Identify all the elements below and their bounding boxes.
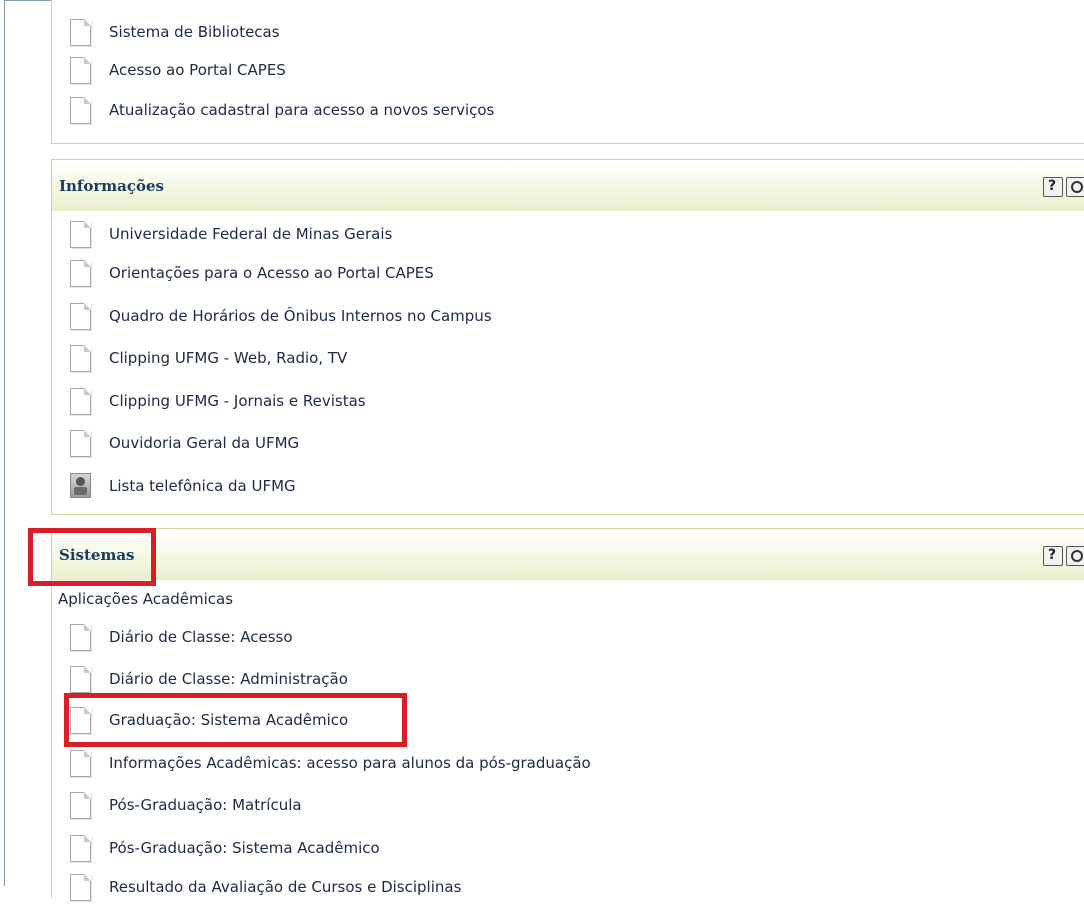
- list-item[interactable]: Orientações para o Acesso ao Portal CAPE…: [70, 260, 970, 292]
- document-icon: [70, 666, 91, 693]
- link-ouvidoria-geral[interactable]: Ouvidoria Geral da UFMG: [109, 434, 299, 452]
- link-orientacoes-capes[interactable]: Orientações para o Acesso ao Portal CAPE…: [109, 264, 434, 282]
- list-item[interactable]: Lista telefônica da UFMG: [70, 473, 970, 505]
- portlet-title-informacoes: Informações: [59, 177, 164, 195]
- portlet-header: Informações: [52, 161, 1084, 211]
- search-icon[interactable]: [1066, 546, 1084, 566]
- document-icon: [70, 707, 91, 734]
- document-icon: [70, 835, 91, 862]
- list-item[interactable]: Resultado da Avaliação de Cursos e Disci…: [70, 874, 970, 906]
- link-informacoes-academicas-pos[interactable]: Informações Acadêmicas: acesso para alun…: [109, 754, 591, 772]
- list-item[interactable]: Sistema de Bibliotecas: [70, 19, 970, 51]
- list-item[interactable]: Clipping UFMG - Web, Radio, TV: [70, 345, 970, 377]
- document-icon: [70, 221, 91, 248]
- document-icon: [70, 792, 91, 819]
- link-atualizacao-cadastral[interactable]: Atualização cadastral para acesso a novo…: [109, 101, 494, 119]
- document-icon: [70, 260, 91, 287]
- document-icon: [70, 624, 91, 651]
- link-acesso-portal-capes[interactable]: Acesso ao Portal CAPES: [109, 61, 286, 79]
- document-icon: [70, 303, 91, 330]
- document-icon: [70, 345, 91, 372]
- link-pos-graduacao-sistema-academico[interactable]: Pós-Graduação: Sistema Acadêmico: [109, 839, 380, 857]
- link-diario-classe-acesso[interactable]: Diário de Classe: Acesso: [109, 628, 293, 646]
- help-icon[interactable]: [1043, 546, 1063, 566]
- portlet-sistemas: Sistemas Aplicações Acadêmicas Diário de…: [51, 528, 1084, 901]
- list-item[interactable]: Universidade Federal de Minas Gerais: [70, 221, 970, 253]
- portlet-top-links: Sistema de Bibliotecas Acesso ao Portal …: [51, 0, 1084, 144]
- help-icon[interactable]: [1043, 177, 1063, 197]
- subheading-aplicacoes-academicas: Aplicações Acadêmicas: [58, 590, 234, 608]
- link-diario-classe-administracao[interactable]: Diário de Classe: Administração: [109, 670, 348, 688]
- link-graduacao-sistema-academico[interactable]: Graduação: Sistema Acadêmico: [109, 711, 348, 729]
- link-clipping-web-radio-tv[interactable]: Clipping UFMG - Web, Radio, TV: [109, 349, 347, 367]
- document-icon: [70, 57, 91, 84]
- list-item[interactable]: Pós-Graduação: Matrícula: [70, 792, 970, 824]
- link-lista-telefonica[interactable]: Lista telefônica da UFMG: [109, 477, 296, 495]
- document-icon: [70, 750, 91, 777]
- list-item[interactable]: Diário de Classe: Acesso: [70, 624, 970, 656]
- list-item[interactable]: Pós-Graduação: Sistema Acadêmico: [70, 835, 970, 867]
- list-item[interactable]: Quadro de Horários de Ônibus Internos no…: [70, 303, 970, 335]
- link-resultado-avaliacao[interactable]: Resultado da Avaliação de Cursos e Disci…: [109, 878, 461, 896]
- link-ufmg[interactable]: Universidade Federal de Minas Gerais: [109, 225, 392, 243]
- search-icon[interactable]: [1066, 177, 1084, 197]
- list-item[interactable]: Atualização cadastral para acesso a novo…: [70, 97, 970, 129]
- list-item[interactable]: Acesso ao Portal CAPES: [70, 57, 970, 89]
- portlet-title-sistemas: Sistemas: [59, 546, 135, 564]
- link-quadro-horarios-onibus[interactable]: Quadro de Horários de Ônibus Internos no…: [109, 307, 492, 325]
- portlet-informacoes: Informações Universidade Federal de Mina…: [51, 159, 1084, 515]
- portlet-header: Sistemas: [52, 530, 1084, 580]
- list-item[interactable]: Clipping UFMG - Jornais e Revistas: [70, 388, 970, 420]
- list-item[interactable]: Informações Acadêmicas: acesso para alun…: [70, 750, 970, 782]
- list-item[interactable]: Graduação: Sistema Acadêmico: [70, 707, 970, 739]
- link-clipping-jornais-revistas[interactable]: Clipping UFMG - Jornais e Revistas: [109, 392, 366, 410]
- phone-book-icon: [70, 473, 91, 498]
- link-pos-graduacao-matricula[interactable]: Pós-Graduação: Matrícula: [109, 796, 302, 814]
- list-item[interactable]: Ouvidoria Geral da UFMG: [70, 430, 970, 462]
- list-item[interactable]: Diário de Classe: Administração: [70, 666, 970, 698]
- document-icon: [70, 388, 91, 415]
- document-icon: [70, 430, 91, 457]
- document-icon: [70, 874, 91, 901]
- portal-frame: Sistema de Bibliotecas Acesso ao Portal …: [4, 0, 1084, 901]
- document-icon: [70, 19, 91, 46]
- link-sistema-bibliotecas[interactable]: Sistema de Bibliotecas: [109, 23, 280, 41]
- document-icon: [70, 97, 91, 124]
